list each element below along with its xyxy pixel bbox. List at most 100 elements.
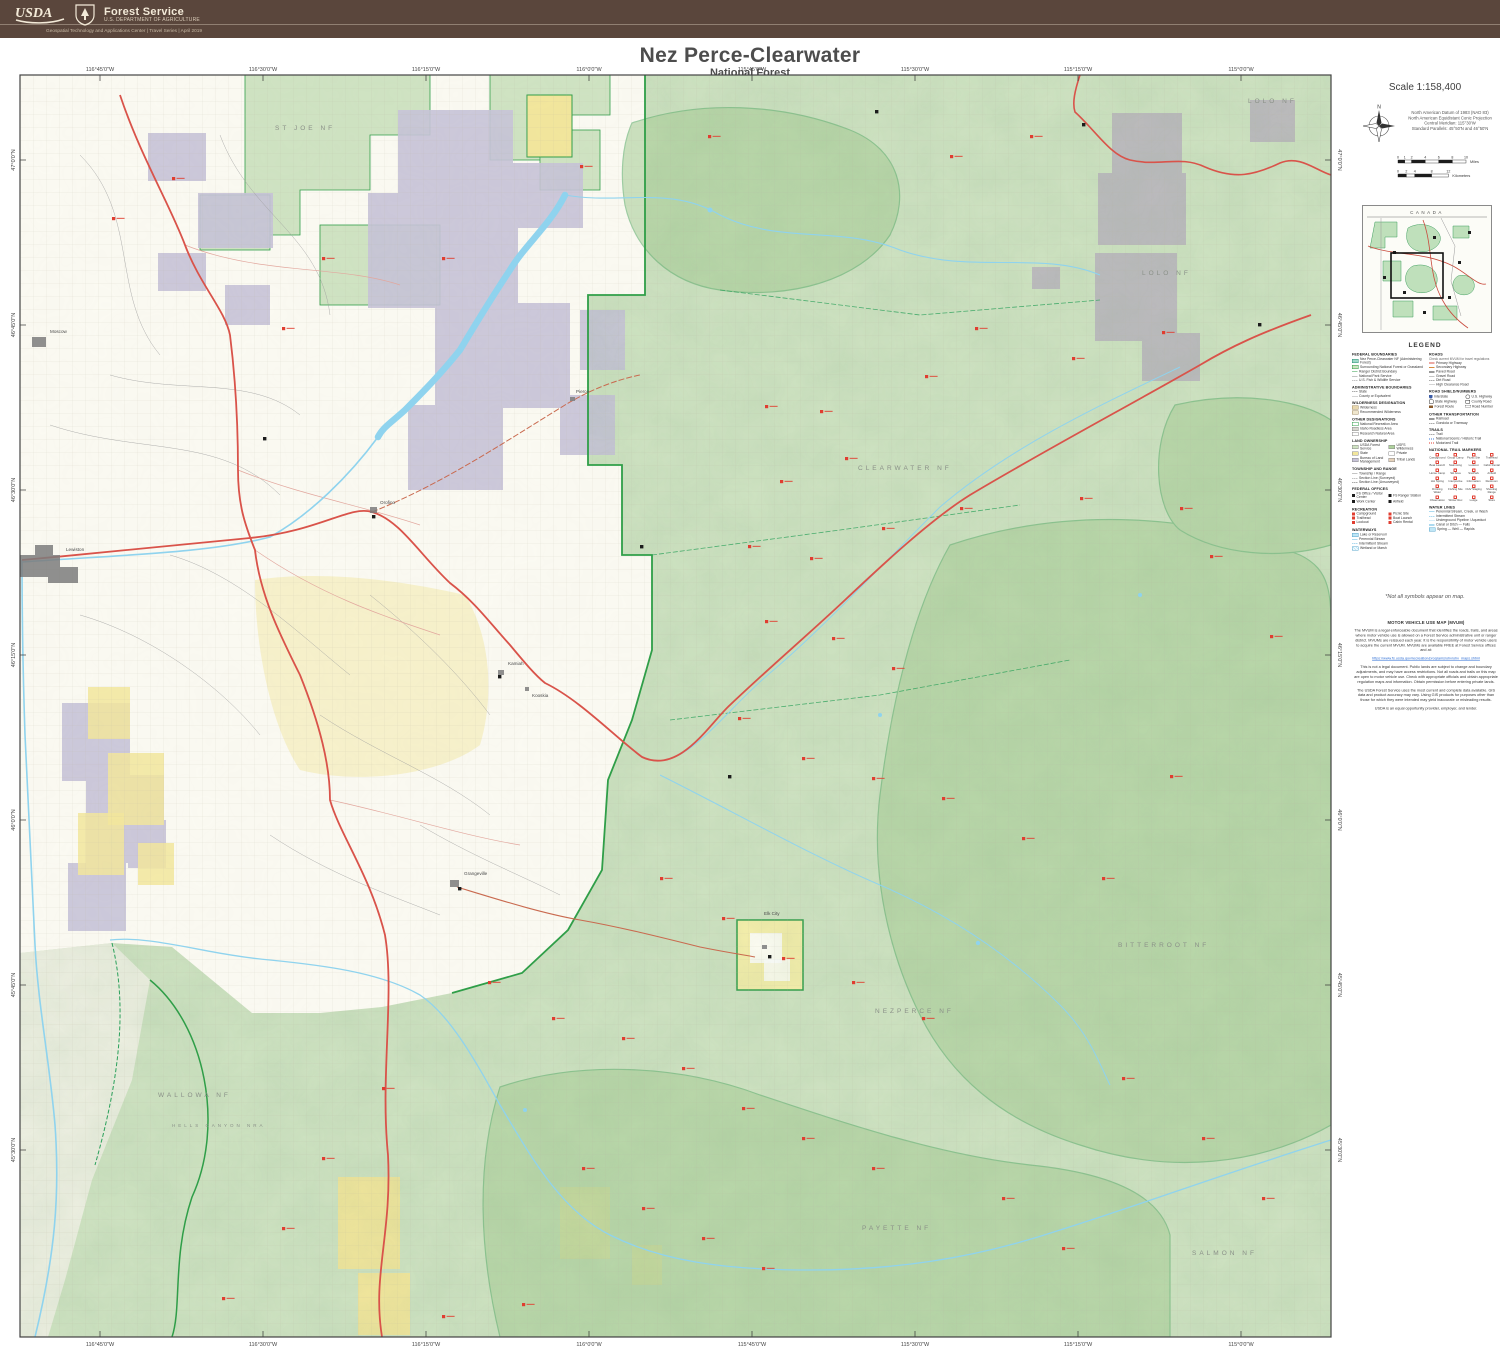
scale-bar-segment: [1439, 160, 1453, 163]
legend-swatch-line-dash2: [1352, 396, 1358, 397]
map-canvas: ST JOE NFLOLO NFLOLO NFCLEARWATER NFBITT…: [20, 75, 1331, 1337]
graticule-label-bottom: 115°30'0"W: [901, 1342, 930, 1348]
graticule-label-left: 46°0'0"N: [11, 809, 17, 830]
marker-label-line: [557, 1018, 565, 1019]
recreation-site-marker: [222, 1297, 225, 1300]
marker-label-line: [877, 778, 885, 779]
forest-name-label: WALLOWA NF: [158, 1092, 231, 1099]
recreation-site-marker: [1202, 1137, 1205, 1140]
recreation-site-icon: [1454, 453, 1458, 457]
legend-grid-item: Cabin Rental: [1483, 461, 1500, 468]
recreation-site-marker: [322, 257, 325, 260]
legend-item: Spring — Well — Rapids: [1429, 527, 1500, 531]
legend-label: Intermittent Stream: [1436, 514, 1465, 518]
legend-section-title: WATERWAYS: [1352, 528, 1423, 533]
legend-swatch-icon-black: [1389, 494, 1392, 497]
legend-item: Section Line (Unsurveyed): [1352, 481, 1423, 485]
legend-grid-label: Drinking Water: [1429, 488, 1446, 494]
recreation-site-marker: [882, 527, 885, 530]
town-name-label: Kamiah: [508, 661, 524, 666]
town-name-label: Lewiston: [66, 547, 85, 552]
legend-label: State: [1359, 390, 1367, 394]
marker-label-line: [1275, 636, 1283, 637]
usda-logo-icon: USDA: [14, 3, 66, 25]
marker-label-line: [1035, 136, 1043, 137]
legend-right-column: ROADSCheck current MVUM for travel regul…: [1429, 352, 1500, 531]
ranger-station-marker: [372, 515, 375, 518]
legend-items: Primary HighwaySecondary HighwayPaved Ro…: [1429, 361, 1500, 386]
legend-item: Ranger District Boundary: [1352, 370, 1423, 374]
marker-label-line: [287, 1228, 295, 1229]
legend-item: State Highway: [1429, 400, 1464, 405]
legend-section-title: ROAD SHIELD/NUMBERS: [1429, 389, 1500, 394]
legend-label: Picnic Site: [1393, 512, 1409, 516]
legend-item: Tribal Lands: [1389, 456, 1424, 463]
legend-swatch-shield-st: [1429, 400, 1434, 405]
legend-label: Surrounding National Forest or Grassland: [1360, 365, 1423, 369]
legend-items: Township / RangeSection Line (Surveyed)S…: [1352, 472, 1423, 484]
recreation-site-icon: [1490, 461, 1494, 465]
legend-label: Canal or Ditch — Falls: [1436, 523, 1470, 527]
marker-label-line: [947, 798, 955, 799]
scale-bar-segment: [1398, 160, 1405, 163]
legend-swatch-chip-green: [1352, 445, 1359, 449]
legend-label: Paved Road: [1436, 370, 1455, 374]
recreation-site-marker: [1030, 135, 1033, 138]
recreation-site-marker: [682, 1067, 685, 1070]
marker-label-line: [767, 1268, 775, 1269]
legend-grid-label: Cabin Rental: [1483, 465, 1500, 468]
usda-banner: USDA Forest Service U.S. DEPARTMENT OF A…: [0, 0, 1500, 38]
forest-name-label: LOLO NF: [1142, 270, 1191, 277]
legend-item: Lake or Reservoir: [1352, 533, 1423, 537]
svg-text:USDA: USDA: [15, 6, 52, 21]
legend-note: Check current MVUM for travel regulation…: [1429, 357, 1500, 361]
legend-label: U.S. Fish & Wildlife Service: [1359, 379, 1400, 383]
legend-label: Tribal Lands: [1397, 458, 1416, 462]
legend-item: Wilderness: [1352, 406, 1423, 410]
legend-label: Work Center: [1357, 500, 1376, 504]
marker-label-line: [857, 982, 865, 983]
graticule-label-bottom: 115°45'0"W: [738, 1342, 767, 1348]
legend-swatch-icon-red: [1352, 512, 1355, 515]
recreation-site-icon: [1436, 453, 1440, 457]
recreation-site-marker: [1122, 1077, 1125, 1080]
legend-swatch-icon-red: [1389, 517, 1392, 520]
marker-label-line: [1085, 498, 1093, 499]
recreation-site-marker: [1170, 775, 1173, 778]
recreation-site-icon: [1490, 484, 1494, 488]
legend-label: County or Equivalent: [1359, 394, 1391, 398]
forest-name-label: BITTERROOT NF: [1118, 942, 1209, 949]
graticule-label-bottom: 116°15'0"W: [412, 1342, 441, 1348]
map-title: Nez Perce-Clearwater: [0, 44, 1500, 68]
legend-label: U.S. Highway: [1472, 395, 1493, 399]
legend-swatch-icon-red: [1389, 512, 1392, 515]
legend-swatch-icon-black: [1352, 500, 1355, 503]
recreation-site-icon: [1454, 484, 1458, 488]
legend-footnote: *Not all symbols appear on map.: [1352, 594, 1498, 600]
legend-item: Township / Range: [1352, 472, 1423, 476]
scale-bar-tick: 6: [1438, 156, 1440, 160]
legend-items: WildernessRecommended Wilderness: [1352, 406, 1423, 415]
legend-item: Idaho Roadless Area: [1352, 427, 1423, 431]
legend-grid-label: Fishing Site: [1447, 488, 1464, 491]
recreation-site-icon: [1472, 461, 1476, 465]
legend-item: National Scenic / Historic Trail: [1429, 437, 1500, 441]
marker-label-line: [1077, 358, 1085, 359]
legend-icon-grid: CampgroundGroup CampPicnic SiteTrailhead…: [1429, 453, 1500, 503]
legend-label: Trailhead: [1357, 516, 1371, 520]
legend-label: Dirt Road: [1436, 379, 1450, 383]
legend-swatch-icon-red: [1352, 521, 1355, 524]
legend-grid-label: Ski Area: [1447, 473, 1464, 476]
legend-grid-item: Group Camp: [1447, 453, 1464, 460]
marker-label-line: [387, 1088, 395, 1089]
recreation-site-icon: [1490, 469, 1494, 473]
mvum-link[interactable]: https://www.fs.usda.gov/recreation/progr…: [1372, 656, 1480, 661]
recreation-site-marker: [172, 177, 175, 180]
legend-grid-item: OHV Staging: [1465, 484, 1482, 494]
legend-grid-item: Fishing Site: [1447, 484, 1464, 494]
legend-label: Interstate: [1434, 395, 1448, 399]
legend-item: Surrounding National Forest or Grassland: [1352, 365, 1423, 369]
legend-item: State: [1352, 390, 1423, 394]
recreation-site-icon: [1436, 469, 1440, 473]
scale-bar-tick: 8: [1451, 156, 1453, 160]
